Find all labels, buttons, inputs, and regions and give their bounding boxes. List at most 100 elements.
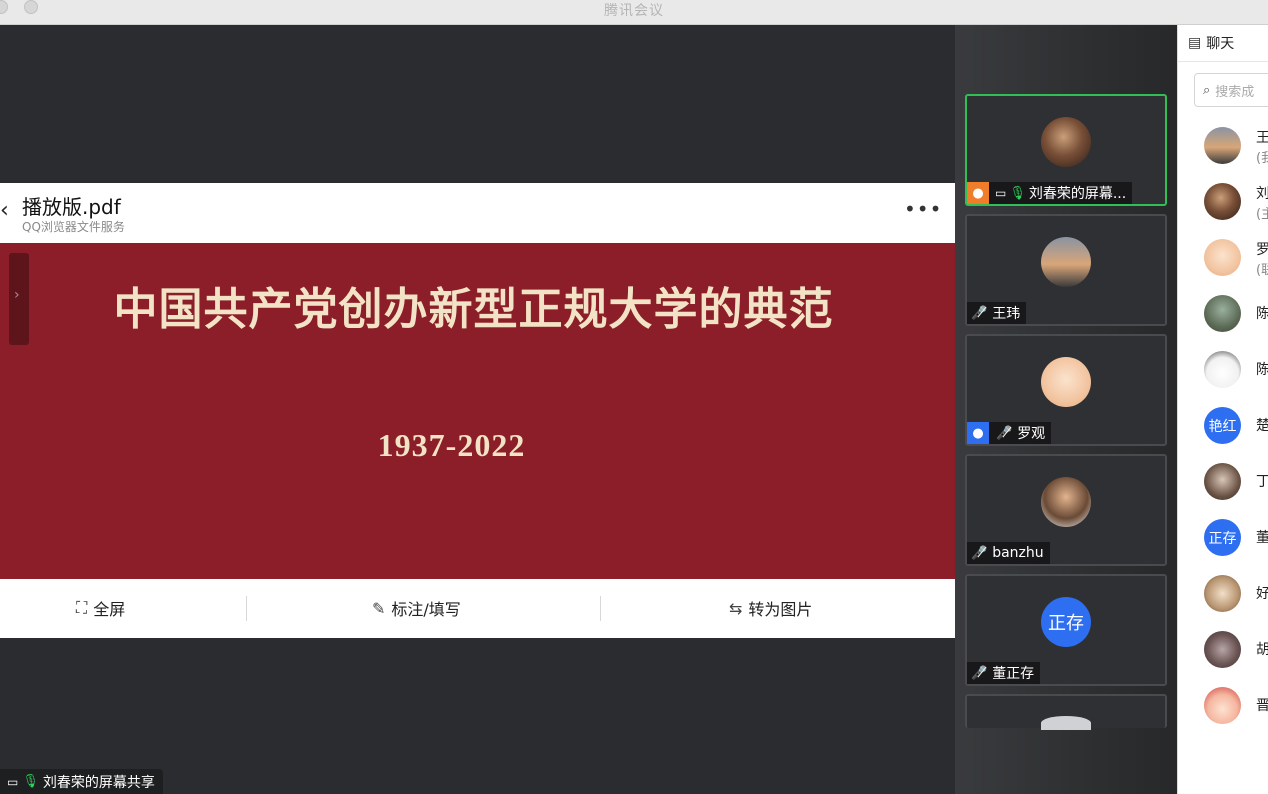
avatar bbox=[1041, 117, 1091, 167]
avatar bbox=[1204, 351, 1241, 388]
avatar bbox=[1204, 687, 1241, 724]
mic-muted-icon: 🎤̸ bbox=[971, 545, 988, 561]
video-tile-name-tag: ● 🎤̸ 罗观 bbox=[967, 422, 1052, 444]
video-tiles-column: ● ▭ 🎙 刘春荣的屏幕... 🎤̸ 王玮 ● 🎤̸ 罗观 🎤̸ banzhu … bbox=[955, 25, 1177, 794]
participant-name: 董 bbox=[1256, 530, 1268, 546]
annotate-button[interactable]: ✎ 标注/填写 bbox=[372, 596, 461, 620]
edit-icon: ✎ bbox=[372, 598, 386, 618]
participant-role: (主 bbox=[1256, 207, 1268, 222]
video-tile-name: banzhu bbox=[992, 545, 1044, 561]
chat-bubble-icon: ▤ bbox=[1188, 35, 1202, 51]
video-tile-name-tag: 🎤̸ 董正存 bbox=[967, 662, 1041, 684]
list-item[interactable]: 艳红 楚 bbox=[1178, 397, 1268, 453]
video-tile-name: 罗观 bbox=[1017, 426, 1046, 442]
participant-name: 晋 bbox=[1256, 698, 1268, 714]
mic-on-icon: 🎙 bbox=[22, 774, 39, 789]
pdf-source-label: QQ浏览器文件服务 bbox=[22, 220, 125, 234]
list-item[interactable]: 罗 (联 bbox=[1178, 229, 1268, 285]
avatar bbox=[1204, 183, 1241, 220]
chat-panel: ▤ 聊天 ⌕ 搜索成 王 (我 刘 (主 罗 (联 陈 陈 艳红 楚 丁 正存 … bbox=[1177, 25, 1268, 794]
convert-to-image-label: 转为图片 bbox=[748, 600, 813, 619]
more-options-icon[interactable]: ••• bbox=[904, 197, 942, 221]
participant-name: 楚 bbox=[1256, 418, 1268, 434]
list-item[interactable]: 正存 董 bbox=[1178, 509, 1268, 565]
avatar bbox=[1204, 127, 1241, 164]
avatar bbox=[1041, 477, 1091, 527]
screen-share-icon: ▭ bbox=[7, 774, 19, 789]
mic-muted-icon: 🎤̸ bbox=[971, 305, 988, 321]
list-item[interactable]: 刘 (主 bbox=[1178, 173, 1268, 229]
participant-role: (联 bbox=[1256, 263, 1268, 278]
chat-header[interactable]: ▤ 聊天 bbox=[1178, 25, 1268, 62]
avatar bbox=[1204, 631, 1241, 668]
slide-headline: 中国共产党创办新型正规大学的典范 bbox=[113, 284, 834, 335]
participant-name: 陈 bbox=[1256, 362, 1268, 378]
toolbar-divider bbox=[246, 596, 247, 621]
search-icon: ⌕ bbox=[1203, 82, 1211, 98]
participant-name: 胡 bbox=[1256, 642, 1268, 658]
avatar: 正存 bbox=[1204, 519, 1241, 556]
avatar bbox=[1204, 239, 1241, 276]
avatar bbox=[1204, 575, 1241, 612]
list-item[interactable]: 晋 bbox=[1178, 677, 1268, 733]
slide-years: 1937-2022 bbox=[377, 427, 526, 463]
video-tile-name: 董正存 bbox=[992, 666, 1035, 682]
window-titlebar: 腾讯会议 bbox=[0, 0, 1268, 25]
video-tile[interactable] bbox=[965, 694, 1167, 730]
fullscreen-label: 全屏 bbox=[93, 600, 126, 619]
mic-muted-icon: 🎤̸ bbox=[971, 665, 988, 681]
participant-role: (我 bbox=[1256, 151, 1268, 166]
host-badge-icon: ● bbox=[967, 182, 989, 204]
pdf-toolbar: ⛶ 全屏 ✎ 标注/填写 ⇆ 转为图片 bbox=[0, 579, 955, 638]
participant-name: 丁 bbox=[1256, 474, 1268, 490]
avatar bbox=[1041, 357, 1091, 407]
video-tile[interactable]: 🎤̸ banzhu bbox=[965, 454, 1167, 566]
shared-screen-area: ‹ 播放版.pdf QQ浏览器文件服务 ••• › 中国共产党创办新型正规大学的… bbox=[0, 25, 955, 794]
participant-name: 王 bbox=[1256, 130, 1268, 146]
video-tile[interactable]: ● 🎤̸ 罗观 bbox=[965, 334, 1167, 446]
fullscreen-icon: ⛶ bbox=[76, 598, 88, 617]
mic-muted-icon: 🎤̸ bbox=[996, 425, 1013, 441]
cohost-badge-icon: ● bbox=[967, 422, 989, 444]
avatar bbox=[1204, 463, 1241, 500]
screen-share-tag: ▭ 🎙 刘春荣的屏幕共享 bbox=[0, 769, 163, 794]
fullscreen-button[interactable]: ⛶ 全屏 bbox=[76, 596, 125, 620]
image-convert-icon: ⇆ bbox=[729, 598, 743, 618]
search-placeholder: 搜索成 bbox=[1215, 84, 1255, 100]
participant-search-input[interactable]: ⌕ 搜索成 bbox=[1194, 73, 1268, 107]
mic-on-icon: 🎙 bbox=[1009, 185, 1026, 201]
convert-to-image-button[interactable]: ⇆ 转为图片 bbox=[729, 596, 812, 620]
list-item[interactable]: 丁 bbox=[1178, 453, 1268, 509]
avatar: 正存 bbox=[1041, 597, 1091, 647]
avatar bbox=[1041, 716, 1091, 730]
participant-name: 陈 bbox=[1256, 306, 1268, 322]
screen-share-label: 刘春荣的屏幕共享 bbox=[42, 774, 155, 791]
video-tile[interactable]: 🎤̸ 王玮 bbox=[965, 214, 1167, 326]
list-item[interactable]: 胡 bbox=[1178, 621, 1268, 677]
avatar bbox=[1204, 295, 1241, 332]
video-tile-name-tag: ● ▭ 🎙 刘春荣的屏幕... bbox=[967, 182, 1133, 204]
video-tile-name-tag: 🎤̸ 王玮 bbox=[967, 302, 1027, 324]
pdf-header: ‹ 播放版.pdf QQ浏览器文件服务 ••• bbox=[0, 183, 955, 243]
annotate-label: 标注/填写 bbox=[391, 600, 461, 619]
participant-name: 好 bbox=[1256, 586, 1268, 602]
chat-title: 聊天 bbox=[1206, 36, 1235, 52]
list-item[interactable]: 陈 bbox=[1178, 341, 1268, 397]
screen-share-icon: ▭ bbox=[995, 186, 1007, 200]
pdf-file-name: 播放版.pdf bbox=[22, 195, 121, 219]
participant-name: 刘 bbox=[1256, 186, 1268, 202]
back-chevron-icon[interactable]: ‹ bbox=[0, 198, 9, 223]
list-item[interactable]: 好 bbox=[1178, 565, 1268, 621]
window-title: 腾讯会议 bbox=[604, 3, 664, 19]
video-tile[interactable]: ● ▭ 🎙 刘春荣的屏幕... bbox=[965, 94, 1167, 206]
avatar bbox=[1041, 237, 1091, 287]
video-tile-name-tag: 🎤̸ banzhu bbox=[967, 542, 1050, 564]
toolbar-divider bbox=[600, 596, 601, 621]
avatar: 艳红 bbox=[1204, 407, 1241, 444]
pdf-slide: › 中国共产党创办新型正规大学的典范 1937-2022 bbox=[0, 243, 955, 579]
list-item[interactable]: 王 (我 bbox=[1178, 117, 1268, 173]
list-item[interactable]: 陈 bbox=[1178, 285, 1268, 341]
video-tile-name: 王玮 bbox=[992, 306, 1021, 322]
participant-name: 罗 bbox=[1256, 242, 1268, 258]
video-tile[interactable]: 正存 🎤̸ 董正存 bbox=[965, 574, 1167, 686]
